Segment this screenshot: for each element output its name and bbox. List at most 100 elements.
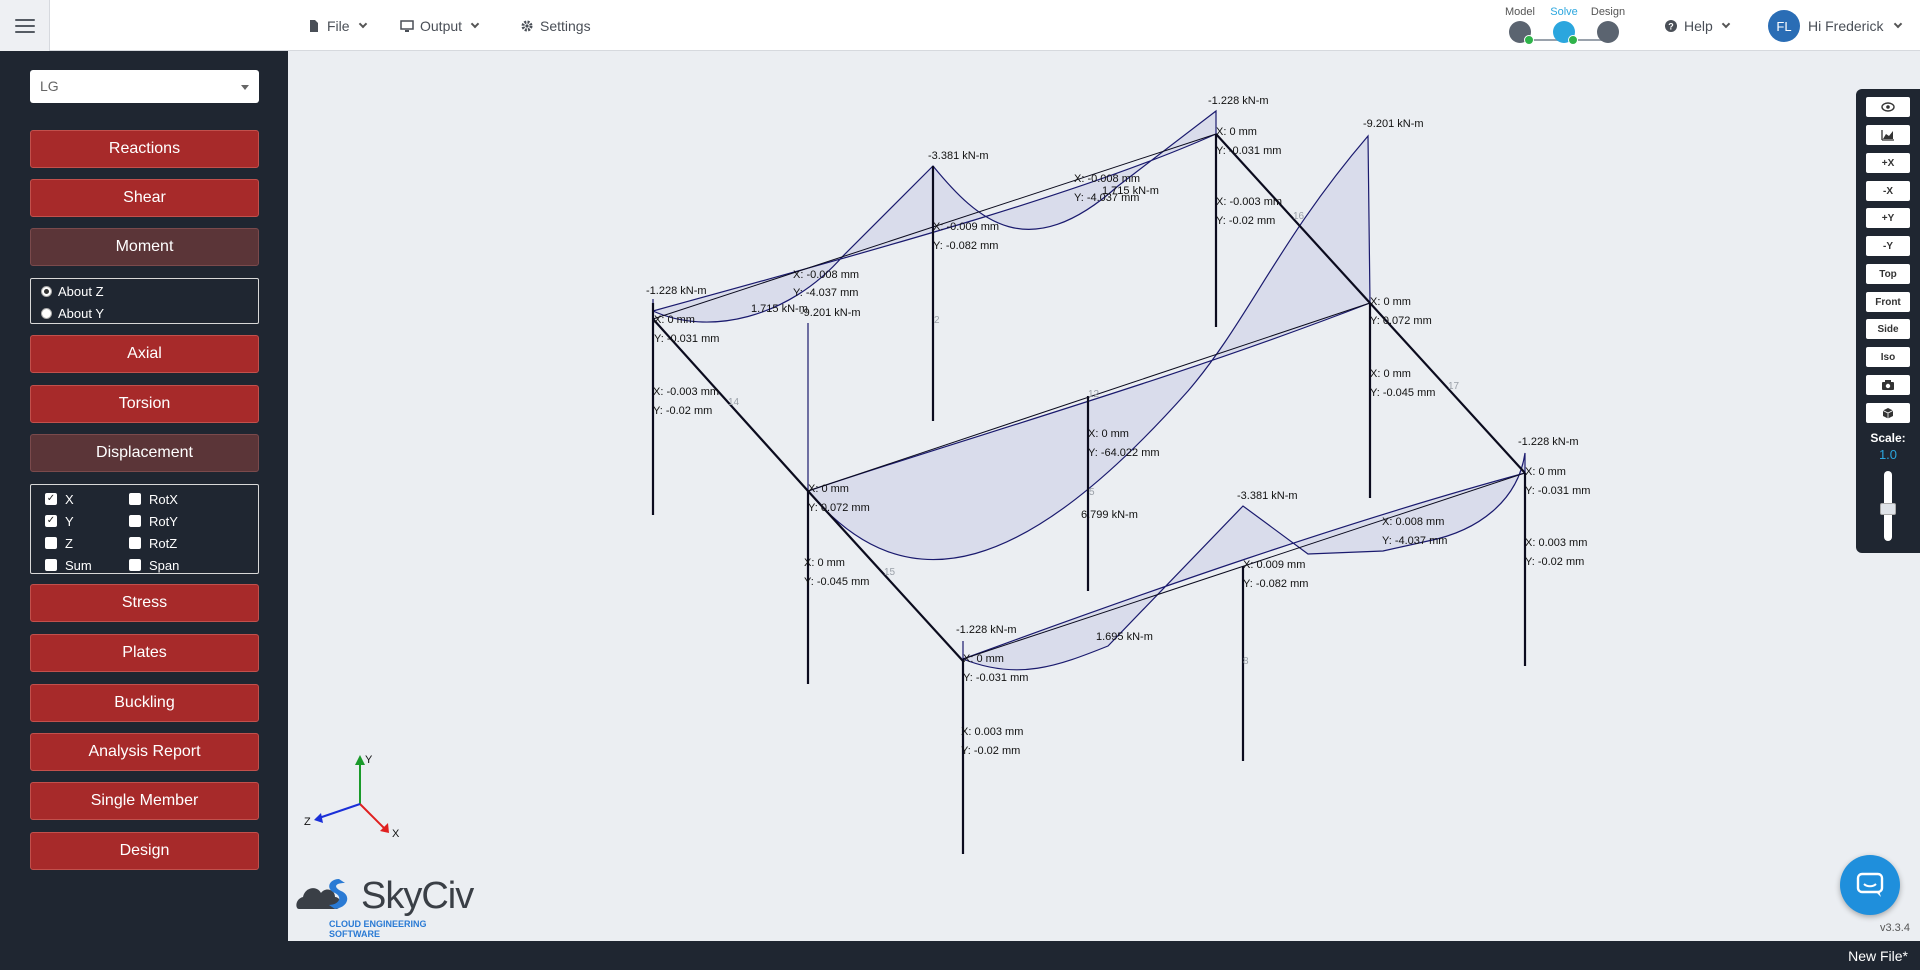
step-design[interactable]: Design [1588, 6, 1628, 43]
model-step-icon [1509, 21, 1534, 45]
avatar: FL [1768, 10, 1800, 42]
disp-rotx-label: RotX [149, 491, 178, 507]
displacement-label: X: 0 mm [963, 653, 1004, 665]
member-number: 14 [728, 397, 740, 408]
radio-empty-icon [41, 307, 52, 319]
chevron-down-icon [1721, 19, 1731, 28]
view-front-button[interactable]: Front [1866, 292, 1910, 312]
solve-step-icon [1553, 21, 1578, 45]
view-top-button[interactable]: Top [1866, 264, 1910, 284]
about-z-option[interactable]: About Z [31, 280, 258, 302]
disp-roty-option[interactable]: RotY [129, 510, 229, 532]
camera-icon [1882, 380, 1894, 390]
view-minus-x-button[interactable]: -X [1866, 181, 1910, 201]
displacement-button[interactable]: Displacement [30, 434, 259, 472]
moment-options: About Z About Y [30, 278, 259, 324]
reactions-button[interactable]: Reactions [30, 130, 259, 168]
check-icon [1568, 35, 1578, 45]
structure-viewport[interactable]: 14 16 17 15 12 2 5 8 -1.228 kN-m -3.381 … [288, 51, 1920, 941]
displacement-label: Y: 0.072 mm [808, 502, 870, 514]
view-iso-button[interactable]: Iso [1866, 347, 1910, 367]
disp-sum-option[interactable]: Sum [45, 554, 129, 576]
displacement-label: X: 0.003 mm [961, 726, 1023, 738]
stress-button[interactable]: Stress [30, 584, 259, 622]
caret-down-icon [241, 85, 249, 90]
help-menu[interactable]: ? Help [1664, 0, 1731, 51]
about-y-label: About Y [58, 305, 105, 321]
design-button[interactable]: Design [30, 832, 259, 870]
logo-tagline: CLOUD ENGINEERING SOFTWARE [329, 919, 427, 939]
file-menu-label: File [327, 17, 350, 34]
disp-x-option[interactable]: ✓ X [45, 488, 129, 510]
axis-triad: Y X Z [304, 754, 400, 840]
chevron-down-icon [358, 19, 367, 28]
y-axis-label: Y [365, 754, 373, 766]
member-number: 2 [934, 315, 940, 326]
moment-label: -9.201 kN-m [1363, 118, 1424, 130]
svg-text:?: ? [1668, 21, 1674, 31]
view-toolbar: +X -X +Y -Y Top Front Side Iso Scale: 1.… [1856, 89, 1920, 553]
displacement-label: X: 0 mm [1088, 428, 1129, 440]
member-number: 5 [1089, 487, 1095, 498]
view-plus-y-button[interactable]: +Y [1866, 208, 1910, 228]
step-solve[interactable]: Solve [1544, 6, 1584, 45]
displacement-label: Y: -0.082 mm [1243, 578, 1308, 590]
screenshot-button[interactable] [1866, 375, 1910, 395]
sidebar: LG Reactions Shear Moment About Z About … [0, 51, 288, 941]
buckling-button[interactable]: Buckling [30, 684, 259, 722]
visibility-button[interactable] [1866, 97, 1910, 117]
about-y-option[interactable]: About Y [31, 302, 258, 324]
step-model[interactable]: Model [1500, 6, 1540, 45]
displacement-label: X: 0.003 mm [1525, 537, 1587, 549]
analysis-report-button[interactable]: Analysis Report [30, 733, 259, 771]
moment-label: -1.228 kN-m [1518, 436, 1579, 448]
disp-rotz-option[interactable]: RotZ [129, 532, 229, 554]
load-combination-select[interactable]: LG [30, 70, 259, 103]
chat-button[interactable] [1840, 855, 1900, 915]
disp-z-option[interactable]: Z [45, 532, 129, 554]
file-menu[interactable]: File [307, 0, 367, 51]
chat-icon [1856, 872, 1884, 897]
step-design-label: Design [1590, 6, 1626, 18]
step-model-label: Model [1505, 6, 1535, 18]
view-minus-y-button[interactable]: -Y [1866, 236, 1910, 256]
displacement-label: X: -0.008 mm [793, 269, 859, 281]
disp-span-option[interactable]: Span [129, 554, 229, 576]
axial-button[interactable]: Axial [30, 335, 259, 373]
disp-rotx-option[interactable]: RotX [129, 488, 229, 510]
moment-label: -1.228 kN-m [956, 624, 1017, 636]
scale-value: 1.0 [1878, 447, 1898, 462]
moment-label: 1.715 kN-m [1102, 185, 1159, 197]
torsion-button[interactable]: Torsion [30, 385, 259, 423]
scale-label: Scale: [1870, 431, 1906, 445]
displacement-label: Y: -0.031 mm [1216, 145, 1281, 157]
settings-menu[interactable]: Settings [520, 0, 591, 51]
disp-y-option[interactable]: ✓ Y [45, 510, 129, 532]
hamburger-menu-button[interactable] [0, 0, 50, 51]
scale-slider-handle[interactable] [1880, 503, 1896, 515]
checkbox-empty-icon [129, 515, 141, 527]
check-icon [1524, 35, 1534, 45]
disp-span-label: Span [149, 557, 180, 573]
3d-view-button[interactable] [1866, 403, 1910, 423]
cube-icon [1882, 408, 1894, 419]
view-plus-x-button[interactable]: +X [1866, 153, 1910, 173]
single-member-button[interactable]: Single Member [30, 782, 259, 820]
view-side-button[interactable]: Side [1866, 319, 1910, 339]
plates-button[interactable]: Plates [30, 634, 259, 672]
moment-label: 6.799 kN-m [1081, 509, 1138, 521]
checkbox-checked-icon: ✓ [45, 515, 57, 527]
member-number: 17 [1448, 381, 1460, 392]
shear-button[interactable]: Shear [30, 179, 259, 217]
moment-button[interactable]: Moment [30, 228, 259, 266]
displacement-label: X: 0 mm [1216, 126, 1257, 138]
model-canvas[interactable]: 14 16 17 15 12 2 5 8 -1.228 kN-m -3.381 … [288, 51, 1920, 941]
user-menu[interactable]: FL Hi Frederick [1768, 10, 1903, 42]
moment-label: -1.228 kN-m [1208, 95, 1269, 107]
output-menu[interactable]: Output [400, 0, 480, 51]
z-axis-arrow [314, 813, 323, 823]
moment-label: -9.201 kN-m [800, 307, 861, 319]
moment-label: -1.228 kN-m [646, 285, 707, 297]
displacement-label: Y: -0.031 mm [1525, 485, 1590, 497]
chart-view-button[interactable] [1866, 125, 1910, 145]
